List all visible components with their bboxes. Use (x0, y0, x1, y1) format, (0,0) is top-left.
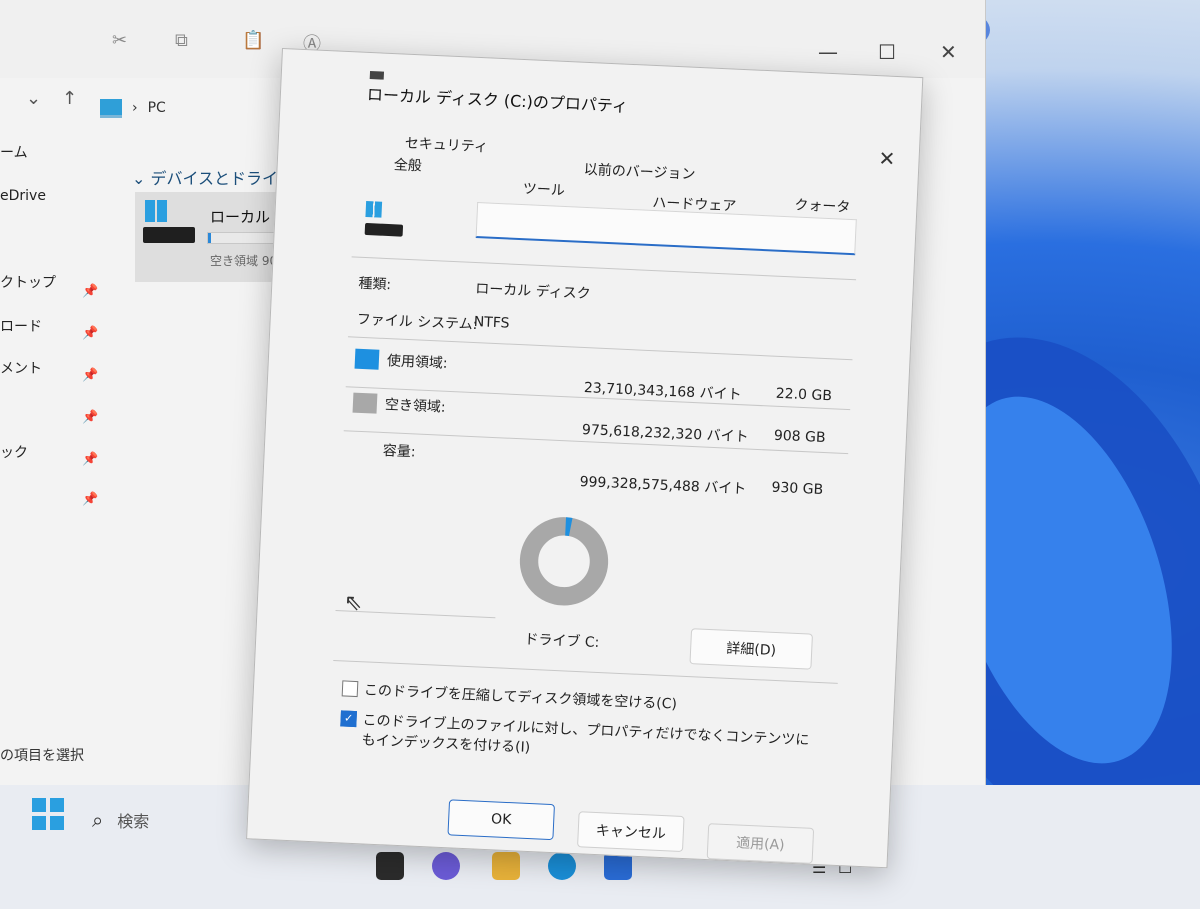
file-system-label: ファイル システム: (356, 311, 478, 334)
pc-icon (100, 98, 122, 118)
pin-icon: 📌 (82, 410, 99, 425)
paste-icon[interactable]: 📋 (242, 30, 264, 52)
drive-icon (369, 71, 385, 80)
compress-option-label: このドライブを圧縮してディスク領域を空ける(C) (363, 682, 678, 713)
start-button[interactable] (32, 798, 64, 830)
used-space-size: 22.0 GB (775, 385, 833, 405)
up-arrow-icon[interactable]: ↑ (62, 88, 77, 109)
mouse-cursor-icon: ⇖ (343, 590, 363, 617)
compress-checkbox[interactable] (341, 680, 359, 698)
status-bar-text: の項目を選択 (0, 748, 84, 764)
drive-icon (364, 200, 405, 237)
capacity-label: 容量: (382, 442, 416, 461)
ok-button[interactable]: OK (447, 799, 555, 841)
hard-drive-icon (143, 227, 195, 243)
sidebar-item-music[interactable]: ック (0, 442, 28, 462)
compress-option[interactable]: このドライブを圧縮してディスク領域を空ける(C) (341, 678, 678, 713)
index-option-label: このドライブ上のファイルに対し、プロパティだけでなくコンテンツにもインデックスを… (361, 712, 810, 756)
capacity-size: 930 GB (771, 479, 824, 498)
index-option[interactable]: ✓ このドライブ上のファイルに対し、プロパティだけでなくコンテンツにもインデック… (339, 708, 810, 769)
file-explorer-icon[interactable] (492, 852, 520, 880)
search-icon: ⌕ (92, 808, 104, 832)
details-button[interactable]: 詳細(D) (689, 628, 813, 670)
file-system-value: NTFS (473, 313, 510, 332)
pin-icon: 📌 (82, 368, 99, 383)
sidebar-item-downloads[interactable]: ロード (0, 316, 42, 336)
section-heading[interactable]: ⌄ デバイスとドライブ (132, 165, 294, 189)
chevron-right-icon: › (132, 100, 138, 116)
pin-icon: 📌 (82, 452, 99, 467)
taskbar-search[interactable]: ⌕ 検索 (92, 808, 149, 832)
properties-dialog: ローカル ディスク (C:)のプロパティ ✕ セキュリティ 以前のバージョン 全… (246, 48, 924, 869)
tab-tools[interactable]: ツール (522, 178, 565, 200)
used-space-label: 使用領域: (386, 353, 448, 372)
task-view-icon[interactable] (376, 852, 404, 880)
tab-previous-versions[interactable]: 以前のバージョン (583, 159, 696, 184)
chat-icon[interactable] (432, 852, 460, 880)
used-space-swatch (354, 348, 380, 370)
windows-logo-icon (365, 200, 383, 218)
sidebar-item-desktop[interactable]: クトップ (0, 272, 56, 292)
divider (351, 256, 857, 281)
free-space-label: 空き領域: (384, 397, 446, 416)
pin-icon: 📌 (82, 492, 99, 507)
cut-icon[interactable]: ✂ (112, 30, 134, 52)
free-space-swatch (352, 392, 378, 414)
edge-icon[interactable] (548, 852, 576, 880)
general-tab-panel: 種類: ローカル ディスク ファイル システム: NTFS 使用領域: 23,7… (327, 190, 864, 813)
capacity-bytes: 999,328,575,488 バイト (579, 473, 747, 498)
minimize-icon[interactable]: — (818, 40, 838, 64)
hard-drive-icon (364, 222, 404, 237)
tab-general[interactable]: 全般 (393, 154, 422, 175)
volume-label-input[interactable] (475, 202, 857, 256)
sidebar-item-onedrive[interactable]: eDrive (0, 188, 46, 204)
breadcrumb[interactable]: PC (148, 100, 166, 116)
copy-icon[interactable]: ⧉ (175, 30, 197, 52)
dialog-title: ローカル ディスク (C:)のプロパティ (366, 84, 629, 116)
tab-security[interactable]: セキュリティ (404, 133, 488, 157)
free-space-arc (519, 517, 609, 606)
close-icon[interactable]: ✕ (878, 146, 896, 171)
type-label: 種類: (358, 275, 392, 294)
type-value: ローカル ディスク (474, 281, 591, 303)
disk-usage-donut (519, 517, 609, 606)
chevron-down-icon[interactable]: ⌄ (26, 88, 41, 109)
pin-icon: 📌 (82, 326, 99, 341)
close-icon[interactable]: ✕ (940, 40, 957, 64)
search-placeholder: 検索 (117, 812, 150, 831)
drive-letter-label: ドライブ C: (524, 631, 600, 651)
pin-icon: 📌 (82, 284, 99, 299)
index-checkbox[interactable]: ✓ (340, 710, 357, 728)
sidebar-item-documents[interactable]: メント (0, 358, 42, 378)
apply-button[interactable]: 適用(A) (706, 823, 815, 864)
windows-logo-icon (145, 200, 167, 222)
maximize-icon[interactable]: ☐ (878, 40, 896, 64)
free-space-size: 908 GB (773, 427, 826, 447)
sidebar-item-home[interactable]: ーム (0, 142, 28, 162)
navigation-pane: ーム eDrive クトップ 📌 ロード 📌 メント 📌 📌 ック 📌 📌 (0, 130, 110, 770)
cancel-button[interactable]: キャンセル (577, 811, 685, 853)
